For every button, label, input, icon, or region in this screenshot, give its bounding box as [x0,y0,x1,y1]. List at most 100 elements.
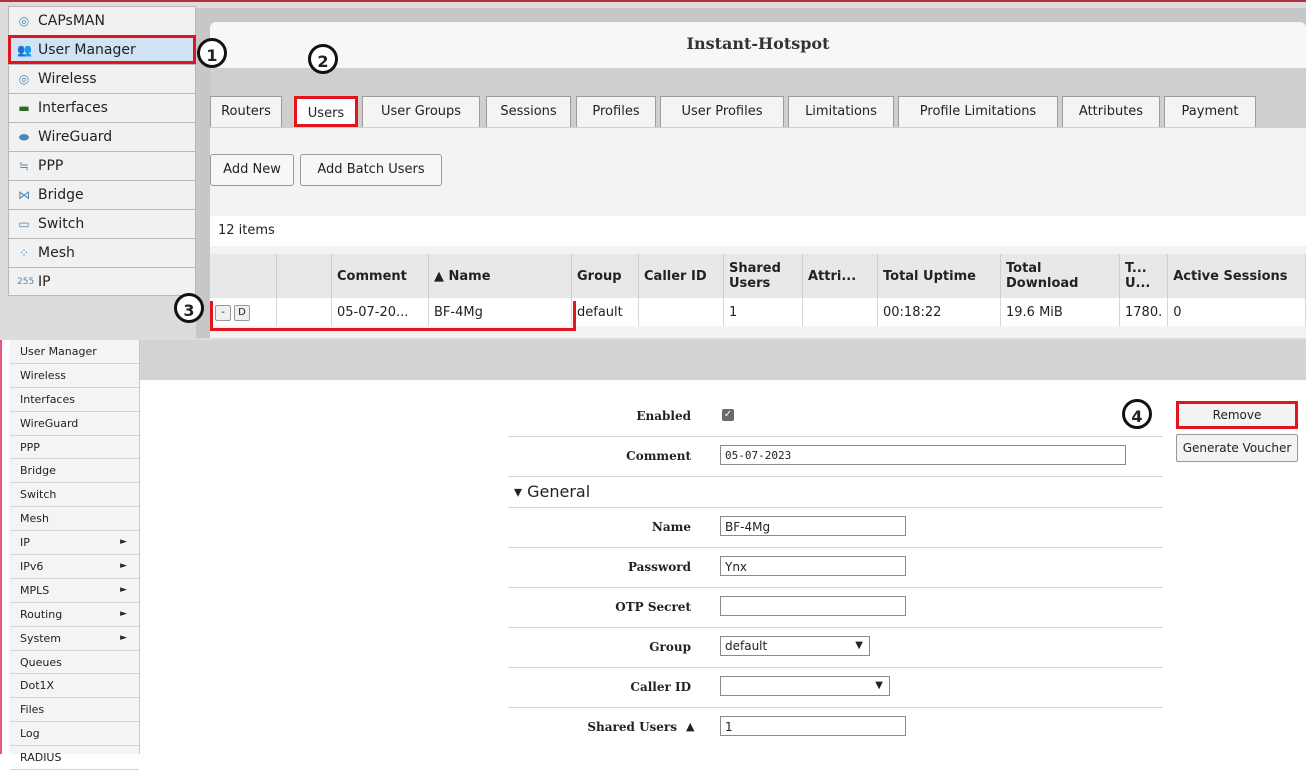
tab-user-groups[interactable]: User Groups [362,96,480,127]
row-actions-cell: -D [210,298,277,326]
shared-users-input[interactable]: 1 [720,716,906,736]
enabled-checkbox[interactable]: ✓ [722,409,734,421]
password-label: Password [627,560,691,574]
row-attributes-cell[interactable] [802,298,878,326]
col-caller-id-header[interactable]: Caller ID [638,254,724,298]
webfig-sidebar: User Manager Wireless Interfaces WireGua… [10,340,140,770]
form-row-password: Password Ynx [508,548,1163,588]
row-total-uptime-cell[interactable]: 00:18:22 [877,298,1001,326]
chevron-down-icon: ▼ [875,680,883,691]
nav-switch[interactable]: Switch [10,483,139,508]
nav-ipv6[interactable]: IPv6 ► [10,555,139,579]
nav-user-manager[interactable]: User Manager [10,340,139,364]
shared-users-label: Shared Users [587,720,677,734]
tab-sessions[interactable]: Sessions [486,96,571,127]
row-total-upload-cell[interactable]: 1780. [1119,298,1169,326]
items-count: 12 items [210,216,1306,246]
nav-files[interactable]: Files [10,698,139,723]
tab-profiles[interactable]: Profiles [576,96,656,127]
nav-mpls[interactable]: MPLS ► [10,579,139,603]
sidebar-item-switch[interactable]: ▭ Switch [8,209,196,238]
sidebar-item-user-manager[interactable]: 👥 User Manager [8,35,196,64]
left-edge-strip [0,340,10,754]
tab-payment[interactable]: Payment [1164,96,1256,127]
tab-users[interactable]: Users [294,96,358,127]
sidebar-item-interfaces[interactable]: ▬ Interfaces [8,93,196,122]
col-shared-users-header[interactable]: Shared Users [723,254,803,298]
nav-queues[interactable]: Queues [10,651,139,675]
nav-interfaces[interactable]: Interfaces [10,388,139,412]
add-batch-users-button[interactable]: Add Batch Users [300,154,442,186]
sidebar-item-wireless[interactable]: ◎ Wireless [8,64,196,93]
col-comment-header[interactable]: Comment [331,254,429,298]
collapse-arrow-icon[interactable]: ▲ [686,720,694,733]
step-1-marker: 1 [197,38,227,68]
tab-limitations[interactable]: Limitations [788,96,894,127]
table-row[interactable]: -D 05-07-20... BF-4Mg default 1 00:18:22… [210,298,1306,326]
password-input[interactable]: Ynx [720,556,906,576]
section-general-toggle[interactable]: ▾ General [508,477,1163,508]
otp-secret-label: OTP Secret [615,600,691,614]
row-total-download-cell[interactable]: 19.6 MiB [1000,298,1120,326]
nav-ppp[interactable]: PPP [10,436,139,460]
name-input[interactable]: BF-4Mg [720,516,906,536]
form-row-otp: OTP Secret [508,588,1163,628]
row-blank-cell [276,298,332,326]
otp-secret-input[interactable] [720,596,906,616]
remove-button[interactable]: Remove [1176,401,1298,429]
caller-id-select[interactable]: ▼ [720,676,890,696]
form-row-caller-id: Caller ID ▼ [508,668,1163,708]
col-total-uptime-header[interactable]: Total Uptime [877,254,1001,298]
tab-attributes[interactable]: Attributes [1062,96,1160,127]
switch-icon: ▭ [18,217,30,231]
remove-row-button[interactable]: - [215,304,231,321]
add-new-button[interactable]: Add New [210,154,294,186]
comment-textarea[interactable]: 05-07-2023 [720,445,1126,465]
nav-routing[interactable]: Routing ► [10,603,139,627]
nav-log[interactable]: Log [10,722,139,747]
row-shared-users-cell[interactable]: 1 [723,298,803,326]
group-label: Group [649,640,691,654]
users-table: Comment ▲ Name Group Caller ID Shared Us… [210,254,1306,326]
sidebar-item-wireguard[interactable]: ⬬ WireGuard [8,122,196,151]
tab-routers[interactable]: Routers [210,96,282,127]
nav-system[interactable]: System ► [10,627,139,651]
step-2-marker: 2 [308,44,338,74]
row-name-cell[interactable]: BF-4Mg [428,298,572,326]
sidebar-item-ppp[interactable]: ≒ PPP [8,151,196,180]
col-actions-header [210,254,277,298]
tab-user-profiles[interactable]: User Profiles [660,96,784,127]
nav-wireless[interactable]: Wireless [10,364,139,388]
row-group-cell[interactable]: default [571,298,639,326]
row-active-sessions-cell[interactable]: 0 [1167,298,1306,326]
nav-radius[interactable]: RADIUS [10,746,139,770]
wireless-icon: ◎ [18,72,30,86]
sidebar-item-capsman[interactable]: ◎ CAPsMAN [8,6,196,35]
col-active-sessions-header[interactable]: Active Sessions [1167,254,1306,298]
generate-voucher-button[interactable]: Generate Voucher [1176,434,1298,462]
col-group-header[interactable]: Group [571,254,639,298]
group-select[interactable]: default ▼ [720,636,870,656]
nav-wireguard[interactable]: WireGuard [10,412,139,436]
tab-bar: Routers Users User Groups Sessions Profi… [210,68,1306,128]
col-attributes-header[interactable]: Attri... [802,254,878,298]
enabled-label: Enabled [636,409,691,423]
nav-bridge[interactable]: Bridge [10,459,139,484]
disable-row-button[interactable]: D [234,304,250,321]
winbox-top-panel: ◎ CAPsMAN 👥 User Manager ◎ Wireless ▬ Interf… [0,0,1306,340]
sidebar-item-ip[interactable]: 255 IP [8,267,196,296]
col-total-download-header[interactable]: Total Download [1000,254,1120,298]
row-comment-cell[interactable]: 05-07-20... [331,298,429,326]
tab-profile-limitations[interactable]: Profile Limitations [898,96,1058,127]
nav-mesh[interactable]: Mesh [10,507,139,532]
chevron-down-icon: ▼ [855,640,863,651]
nav-dot1x[interactable]: Dot1X [10,674,139,699]
col-name-header[interactable]: ▲ Name [428,254,572,298]
row-caller-id-cell[interactable] [638,298,724,326]
col-total-upload-header[interactable]: T... U... [1119,254,1169,298]
sidebar-item-bridge[interactable]: ⋈ Bridge [8,180,196,209]
sidebar-item-mesh[interactable]: ⁘ Mesh [8,238,196,267]
nav-ip[interactable]: IP ► [10,531,139,556]
user-edit-form: Enabled ✓ Comment 05-07-2023 ▾ General N… [508,397,1163,747]
form-row-shared-users: Shared Users ▲ 1 [508,708,1163,747]
